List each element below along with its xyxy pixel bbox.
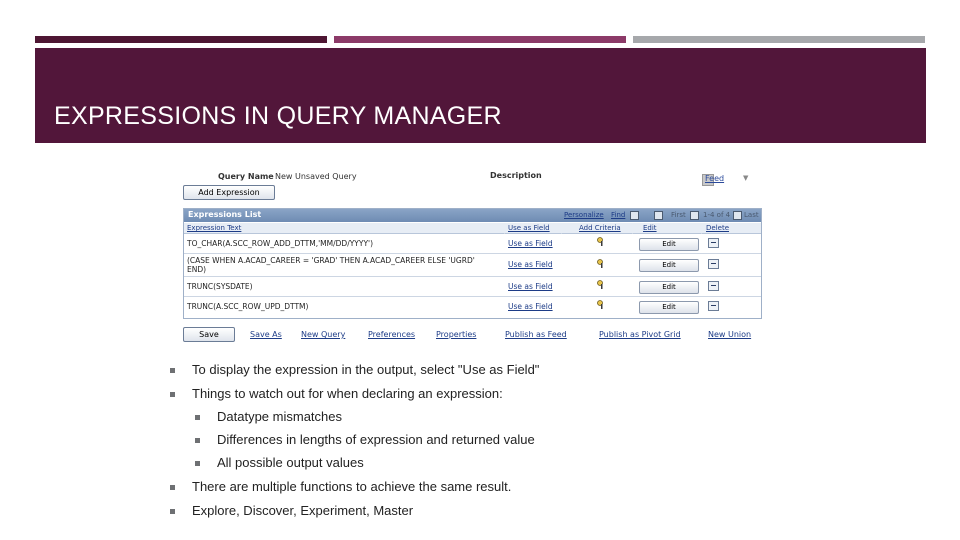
add-expression-button[interactable]: Add Expression [183, 185, 275, 200]
col-edit: Edit [643, 224, 657, 232]
new-union-link[interactable]: New Union [708, 330, 751, 339]
add-criteria-icon[interactable] [597, 280, 605, 289]
use-as-field-link[interactable]: Use as Field [508, 239, 553, 248]
grid-header: Expressions List Personalize Find First … [184, 209, 761, 222]
title-band: EXPRESSIONS IN QUERY MANAGER [35, 48, 926, 143]
column-headers: Expression Text Use as Field Add Criteri… [184, 223, 761, 234]
first-link[interactable]: First [671, 211, 686, 219]
edit-button[interactable]: Edit [639, 281, 699, 294]
table-row: TRUNC(A.SCC_ROW_UPD_DTTM) Use as Field E… [184, 297, 761, 317]
use-as-field-link[interactable]: Use as Field [508, 302, 553, 311]
bullet-icon [170, 509, 175, 514]
accent-bar-2 [334, 36, 626, 43]
publish-as-pivot-grid-link[interactable]: Publish as Pivot Grid [599, 330, 681, 339]
bullet-icon [195, 461, 200, 466]
expressions-grid: Expressions List Personalize Find First … [183, 208, 762, 319]
edit-button[interactable]: Edit [639, 259, 699, 272]
table-row: TO_CHAR(A.SCC_ROW_ADD_DTTM,'MM/DD/YYYY')… [184, 234, 761, 254]
bullet-item: Explore, Discover, Experiment, Master [192, 503, 414, 518]
expression-text: (CASE WHEN A.ACAD_CAREER = 'GRAD' THEN A… [187, 256, 475, 274]
bullet-icon [195, 438, 200, 443]
download-icon[interactable] [654, 211, 663, 220]
preferences-link[interactable]: Preferences [368, 330, 415, 339]
publish-as-feed-link[interactable]: Publish as Feed [505, 330, 567, 339]
edit-button[interactable]: Edit [639, 238, 699, 251]
table-row: (CASE WHEN A.ACAD_CAREER = 'GRAD' THEN A… [184, 254, 761, 277]
personalize-link[interactable]: Personalize [564, 211, 604, 219]
accent-bar-3 [633, 36, 925, 43]
slide-title: EXPRESSIONS IN QUERY MANAGER [54, 102, 502, 130]
accent-bar-1 [35, 36, 327, 43]
find-link[interactable]: Find [611, 211, 625, 219]
sub-bullet-item: Differences in lengths of expression and… [217, 432, 535, 447]
properties-link[interactable]: Properties [436, 330, 476, 339]
use-as-field-link[interactable]: Use as Field [508, 260, 553, 269]
col-use-as-field[interactable]: Use as Field [508, 224, 550, 232]
grid-title: Expressions List [188, 210, 262, 219]
next-icon[interactable] [733, 211, 742, 220]
edit-button[interactable]: Edit [639, 301, 699, 314]
view-all-icon[interactable] [630, 211, 639, 220]
bullet-item: Things to watch out for when declaring a… [192, 386, 503, 401]
bullet-item: There are multiple functions to achieve … [192, 479, 512, 494]
sub-bullet-item: Datatype mismatches [217, 409, 342, 424]
sub-bullet-item: All possible output values [217, 455, 364, 470]
add-criteria-icon[interactable] [597, 259, 605, 268]
expression-text: TRUNC(SYSDATE) [187, 282, 253, 291]
bullet-item: To display the expression in the output,… [192, 362, 540, 377]
delete-icon[interactable] [708, 281, 719, 291]
save-button[interactable]: Save [183, 327, 235, 342]
bullet-icon [170, 368, 175, 373]
bullet-icon [170, 392, 175, 397]
add-criteria-icon[interactable] [597, 237, 605, 246]
prev-icon[interactable] [690, 211, 699, 220]
chevron-down-icon[interactable]: ▼ [743, 174, 748, 182]
use-as-field-link[interactable]: Use as Field [508, 282, 553, 291]
new-query-link[interactable]: New Query [301, 330, 345, 339]
save-as-link[interactable]: Save As [250, 330, 282, 339]
query-manager-screenshot: Query Name New Unsaved Query Description… [182, 165, 762, 345]
table-row: TRUNC(SYSDATE) Use as Field Edit [184, 277, 761, 297]
description-label: Description [490, 171, 542, 180]
delete-icon[interactable] [708, 259, 719, 269]
feed-link[interactable]: Feed [705, 174, 724, 183]
col-add-criteria: Add Criteria [579, 224, 621, 232]
col-delete: Delete [706, 224, 729, 232]
row-range: 1-4 of 4 [703, 211, 731, 219]
query-name-label: Query Name [218, 172, 274, 181]
delete-icon[interactable] [708, 301, 719, 311]
col-expression-text[interactable]: Expression Text [187, 224, 241, 232]
query-name-value: New Unsaved Query [275, 172, 357, 181]
add-criteria-icon[interactable] [597, 300, 605, 309]
bullet-icon [195, 415, 200, 420]
expression-text: TO_CHAR(A.SCC_ROW_ADD_DTTM,'MM/DD/YYYY') [187, 239, 374, 248]
bullet-icon [170, 485, 175, 490]
last-link[interactable]: Last [744, 211, 759, 219]
expression-text: TRUNC(A.SCC_ROW_UPD_DTTM) [187, 302, 309, 311]
delete-icon[interactable] [708, 238, 719, 248]
